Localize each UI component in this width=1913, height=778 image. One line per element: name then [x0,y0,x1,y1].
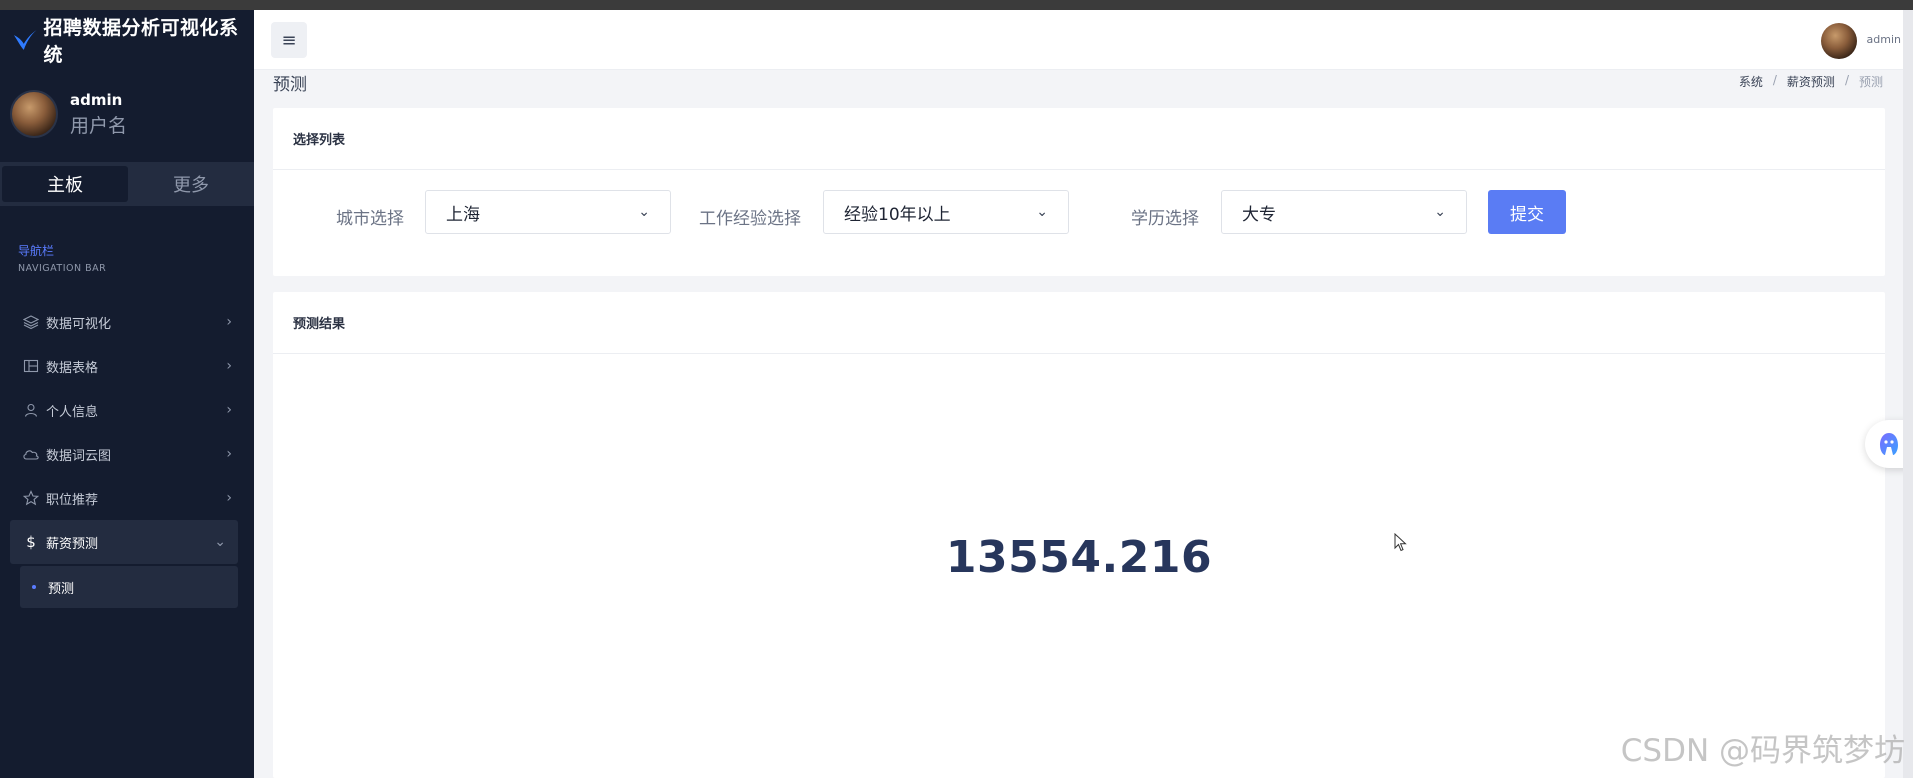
select-card: 选择列表 城市选择 上海 ⌄ 工作经验选择 经验10年以上 ⌄ 学历选择 大专 … [273,108,1885,276]
sidebar-item-label: 个人信息 [46,404,99,420]
chevron-down-icon: ⌄ [214,534,226,550]
avatar[interactable] [10,90,58,138]
experience-select[interactable]: 经验10年以上 ⌄ [823,190,1069,234]
tab-more[interactable]: 更多 [128,166,254,202]
table-icon [22,357,40,375]
chevron-down-icon: ⌄ [1036,204,1048,220]
chevron-right-icon: › [226,402,232,418]
nav-header: 导航栏 NAVIGATION BAR [0,206,254,274]
page-title: 预测 [273,75,307,95]
sidebar-item-job-recommend[interactable]: 职位推荐 › [0,476,254,520]
layers-icon [22,313,40,331]
top-username[interactable]: admin [1867,33,1901,46]
education-select[interactable]: 大专 ⌄ [1221,190,1467,234]
vertical-scrollbar[interactable] [1903,10,1913,778]
breadcrumb-separator: / [1844,73,1849,87]
city-select[interactable]: 上海 ⌄ [425,190,671,234]
menu-toggle-button[interactable]: ≡ [271,22,307,58]
user-role: 用户名 [70,114,128,137]
cloud-icon [22,445,40,463]
education-select-value: 大专 [1242,204,1276,225]
experience-select-value: 经验10年以上 [844,204,951,225]
top-bar: ≡ admin [254,10,1913,70]
city-label: 城市选择 [336,209,404,229]
watermark: CSDN @码界筑梦坊 [1620,733,1905,769]
breadcrumb-item[interactable]: 系统 [1739,73,1763,90]
bullet-icon [32,585,36,589]
star-icon [22,489,40,507]
chevron-right-icon: › [226,446,232,462]
select-card-title: 选择列表 [273,108,1885,170]
assistant-icon [1880,433,1898,455]
result-card: 预测结果 13554.216 [273,292,1885,778]
select-form: 城市选择 上海 ⌄ 工作经验选择 经验10年以上 ⌄ 学历选择 大专 ⌄ 提交 [273,170,1885,276]
education-label: 学历选择 [1131,209,1199,229]
sidebar-menu: 数据可视化 › 数据表格 › 个人信息 › 数据词云图 › 职位推荐 › $ 薪… [0,300,254,608]
sidebar-item-label: 薪资预测 [46,536,99,552]
sidebar-item-data-table[interactable]: 数据表格 › [0,344,254,388]
sidebar: 招聘数据分析可视化系统 admin 用户名 主板 更多 导航栏 NAVIGATI… [0,10,254,778]
chevron-down-icon: ⌄ [638,204,650,220]
brand[interactable]: 招聘数据分析可视化系统 [0,10,254,70]
submit-button[interactable]: 提交 [1488,190,1566,234]
sidebar-item-label: 数据可视化 [46,316,112,332]
brand-logo-icon [13,30,37,50]
sidebar-item-personal-info[interactable]: 个人信息 › [0,388,254,432]
prediction-result-value: 13554.216 [945,532,1213,583]
nav-header-title: 导航栏 [18,244,55,258]
chevron-right-icon: › [226,490,232,506]
sidebar-item-data-visualization[interactable]: 数据可视化 › [0,300,254,344]
sidebar-tabs: 主板 更多 [0,162,254,206]
user-panel: admin 用户名 [0,70,254,158]
sidebar-item-label: 数据词云图 [46,448,112,464]
user-name: admin [70,90,123,109]
sidebar-item-word-cloud[interactable]: 数据词云图 › [0,432,254,476]
chevron-down-icon: ⌄ [1434,204,1446,220]
mouse-cursor-icon [1394,533,1407,552]
top-avatar[interactable] [1821,23,1857,59]
window-top-strip [0,0,1913,10]
hamburger-icon: ≡ [281,29,297,51]
chevron-right-icon: › [226,314,232,330]
sidebar-item-salary-predict[interactable]: $ 薪资预测 ⌄ [10,520,238,564]
nav-header-subtitle: NAVIGATION BAR [18,263,107,274]
experience-label: 工作经验选择 [699,209,801,229]
brand-title: 招聘数据分析可视化系统 [43,17,239,66]
app-root: 招聘数据分析可视化系统 admin 用户名 主板 更多 导航栏 NAVIGATI… [0,10,1913,778]
breadcrumb-separator: / [1772,73,1777,87]
dollar-icon: $ [26,533,36,551]
page-header: 预测 系统 / 薪资预测 / 预测 [254,70,1913,96]
chevron-right-icon: › [226,358,232,374]
main-content: ≡ admin 预测 系统 / 薪资预测 / 预测 选择列表 城市选择 上海 ⌄ [254,10,1913,778]
user-icon [22,401,40,419]
city-select-value: 上海 [446,204,480,225]
result-card-title: 预测结果 [273,292,1885,354]
tab-main[interactable]: 主板 [2,166,128,202]
sidebar-item-label: 数据表格 [46,360,99,376]
sidebar-item-label: 职位推荐 [46,492,99,508]
sidebar-subitem-predict[interactable]: 预测 [20,566,238,608]
breadcrumb: 系统 / 薪资预测 / 预测 [1739,73,1883,90]
sidebar-subitem-label: 预测 [48,581,75,597]
breadcrumb-item[interactable]: 薪资预测 [1787,73,1835,90]
breadcrumb-current: 预测 [1858,75,1883,89]
